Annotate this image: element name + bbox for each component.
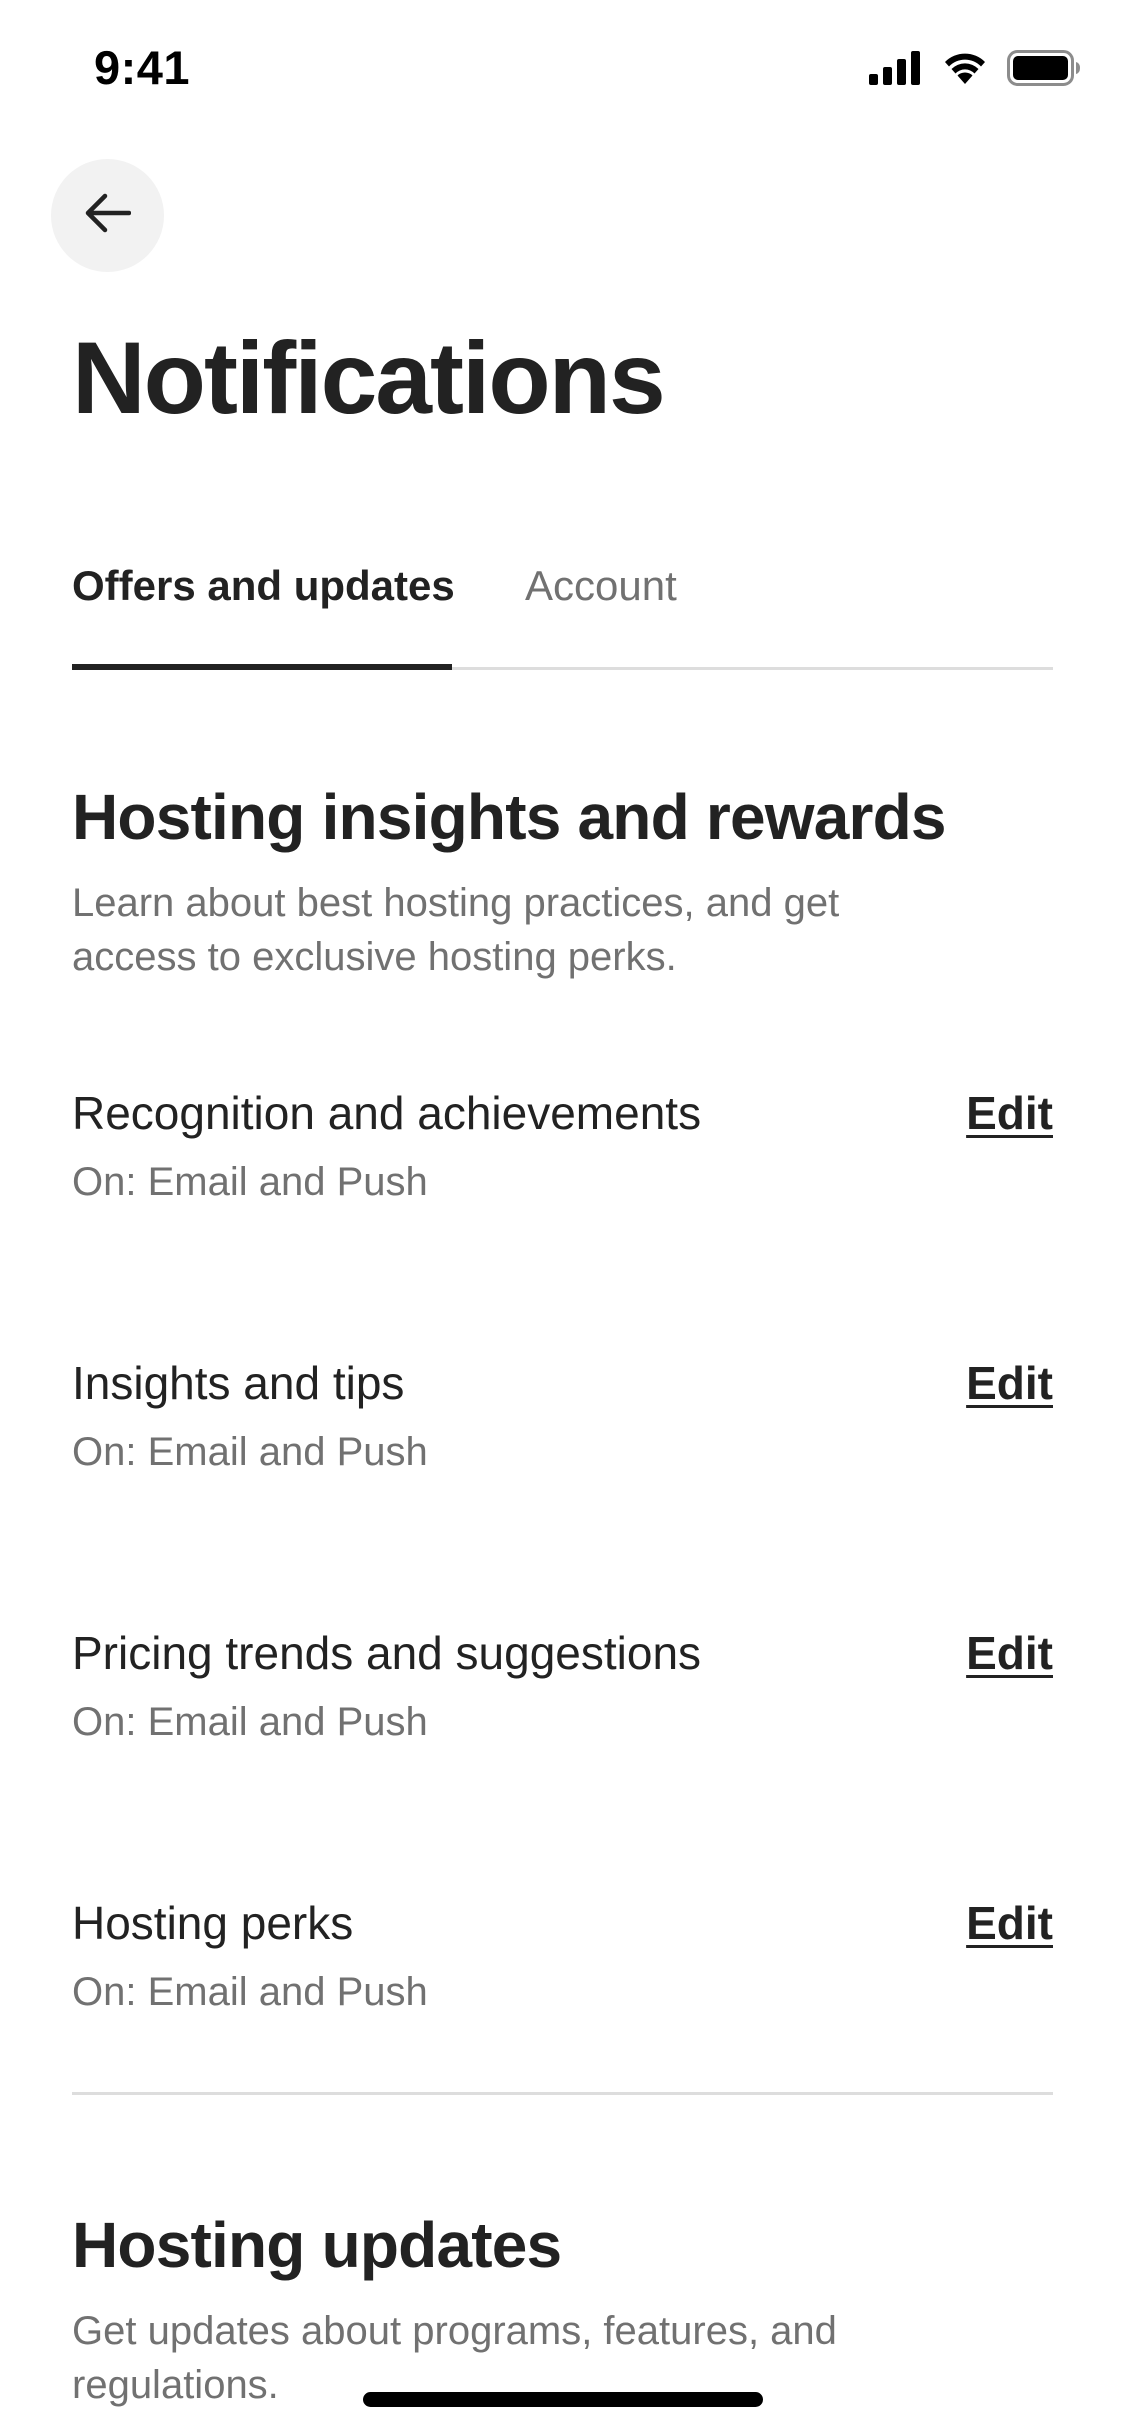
setting-row-perks: Hosting perks On: Email and Push Edit <box>72 1896 1053 2036</box>
battery-icon <box>1007 50 1081 86</box>
setting-name: Insights and tips <box>72 1357 405 1409</box>
setting-row-pricing: Pricing trends and suggestions On: Email… <box>72 1626 1053 1766</box>
setting-status: On: Email and Push <box>72 1160 428 1204</box>
setting-status: On: Email and Push <box>72 1970 428 2014</box>
edit-recognition-button[interactable]: Edit <box>966 1086 1053 1141</box>
back-button[interactable] <box>51 159 164 272</box>
tab-offers-and-updates[interactable]: Offers and updates <box>72 565 455 607</box>
setting-row-recognition: Recognition and achievements On: Email a… <box>72 1086 1053 1226</box>
cellular-signal-icon <box>869 51 923 85</box>
home-indicator <box>363 2392 763 2407</box>
edit-insights-button[interactable]: Edit <box>966 1356 1053 1411</box>
edit-pricing-button[interactable]: Edit <box>966 1626 1053 1681</box>
tab-bar: Offers and updates Account <box>72 555 1053 670</box>
setting-status: On: Email and Push <box>72 1430 428 1474</box>
active-tab-indicator <box>72 664 452 670</box>
notifications-screen: 9:41 Notifications Offers and updates Ac… <box>0 0 1125 2436</box>
section-divider <box>72 2092 1053 2095</box>
setting-name: Pricing trends and suggestions <box>72 1627 702 1679</box>
status-icons <box>869 48 1081 88</box>
section-title-hosting-insights: Hosting insights and rewards <box>72 781 947 853</box>
arrow-left-icon <box>85 193 131 238</box>
status-time: 9:41 <box>94 41 191 94</box>
section-description-hosting-insights: Learn about best hosting practices, and … <box>72 881 840 979</box>
tab-account[interactable]: Account <box>525 565 677 607</box>
status-bar: 9:41 <box>0 0 1125 140</box>
wifi-icon <box>941 50 989 86</box>
edit-perks-button[interactable]: Edit <box>966 1896 1053 1951</box>
setting-name: Hosting perks <box>72 1897 354 1949</box>
section-title-hosting-updates: Hosting updates <box>72 2209 562 2281</box>
setting-name: Recognition and achievements <box>72 1087 702 1139</box>
setting-status: On: Email and Push <box>72 1700 428 1744</box>
setting-row-insights: Insights and tips On: Email and Push Edi… <box>72 1356 1053 1496</box>
page-title: Notifications <box>72 321 666 435</box>
